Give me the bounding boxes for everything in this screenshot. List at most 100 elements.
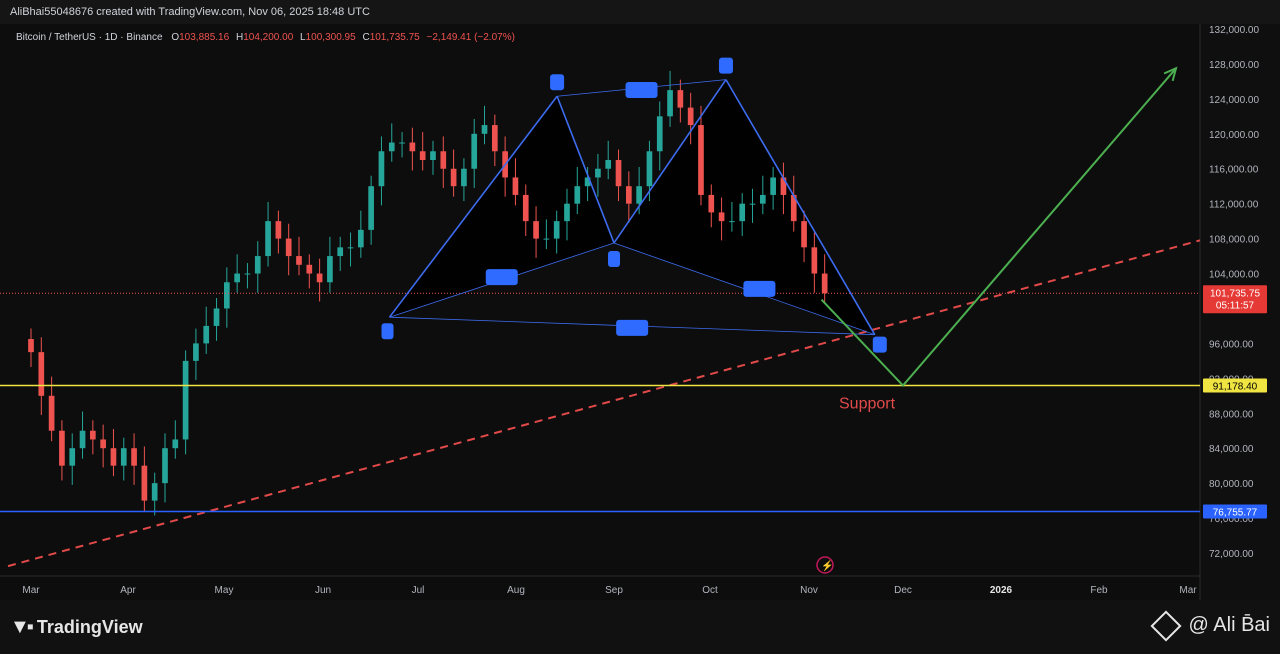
price-tick-label: 116,000.00 bbox=[1209, 165, 1259, 176]
candle-body bbox=[59, 430, 65, 466]
pattern-point-label[interactable] bbox=[616, 319, 649, 336]
candle-body bbox=[409, 142, 416, 152]
candle-body bbox=[347, 247, 354, 249]
high-value: 104,200.00 bbox=[243, 32, 294, 43]
candle-body bbox=[285, 238, 292, 257]
price-tick-label: 72,000.00 bbox=[1209, 549, 1254, 560]
candle-body bbox=[213, 308, 220, 326]
candle-body bbox=[244, 273, 251, 275]
candle-body bbox=[120, 448, 127, 466]
pattern-point-label[interactable] bbox=[718, 57, 733, 74]
candle-body bbox=[821, 273, 828, 294]
candle-body bbox=[595, 168, 601, 178]
candle-body bbox=[667, 90, 673, 117]
candle-body bbox=[388, 142, 395, 152]
chart-credit-header: AliBhai55048676 created with TradingView… bbox=[0, 0, 1280, 24]
time-tick-label: Mar bbox=[22, 585, 40, 596]
tradingview-logo-text: TradingView bbox=[36, 617, 143, 637]
candle-body bbox=[131, 448, 137, 466]
pattern-point-label[interactable] bbox=[608, 250, 620, 267]
chart-area[interactable]: 132,000.00 128,000.00 124,000.00 120,000.00… bbox=[0, 24, 1280, 600]
pattern-point-label[interactable] bbox=[872, 336, 887, 353]
pattern-point-label[interactable] bbox=[381, 323, 394, 340]
time-tick-label: Feb bbox=[1090, 585, 1108, 596]
tradingview-logo-icon: ▼▪ bbox=[10, 616, 34, 638]
candle-body bbox=[533, 221, 539, 239]
candle-body bbox=[543, 238, 550, 240]
candle-body bbox=[151, 483, 158, 501]
candle-body bbox=[491, 125, 498, 152]
time-tick-label: May bbox=[215, 585, 234, 596]
candle-body bbox=[759, 194, 766, 204]
low-value: 100,300.95 bbox=[305, 32, 356, 43]
candle-body bbox=[564, 203, 570, 222]
candle-body bbox=[368, 186, 374, 230]
author-handle: @ Ali B̄ai bbox=[1188, 614, 1270, 636]
pattern-point-label[interactable] bbox=[625, 81, 658, 98]
pattern-point-label[interactable] bbox=[550, 74, 565, 91]
time-tick-label: Sep bbox=[605, 585, 623, 596]
candle-body bbox=[646, 151, 653, 187]
candle-body bbox=[234, 273, 240, 283]
candle-body bbox=[275, 221, 282, 239]
candle-body bbox=[687, 107, 694, 126]
svg-text:101,735.75: 101,735.75 bbox=[1210, 288, 1260, 299]
candle-body bbox=[698, 125, 704, 195]
pattern-point-label[interactable] bbox=[485, 269, 518, 286]
candle-body bbox=[729, 221, 735, 223]
candle-body bbox=[224, 282, 230, 309]
candle-body bbox=[450, 168, 457, 187]
legend-line: Bitcoin / TetherUS · 1D · Binance O103,8… bbox=[16, 32, 515, 43]
candle-body bbox=[110, 448, 117, 466]
candle-body bbox=[677, 90, 684, 108]
current-price-badge: 101,735.7505:11:57 bbox=[1203, 285, 1267, 314]
candle-body bbox=[28, 339, 34, 353]
candle-body bbox=[172, 439, 179, 449]
svg-text:76,755.77: 76,755.77 bbox=[1213, 507, 1258, 518]
pattern-point-label[interactable] bbox=[743, 280, 776, 297]
symbol-label: Bitcoin / TetherUS · 1D · Binance bbox=[16, 32, 163, 43]
candle-body bbox=[38, 352, 45, 396]
candle-body bbox=[708, 194, 715, 213]
candle-body bbox=[625, 186, 632, 204]
candle-body bbox=[440, 151, 447, 169]
candle-body bbox=[801, 221, 807, 248]
tradingview-logo[interactable]: ▼▪ TradingView bbox=[10, 616, 143, 639]
candle-body bbox=[69, 448, 76, 466]
open-label: O bbox=[171, 32, 180, 43]
svg-text:⚡: ⚡ bbox=[821, 559, 833, 572]
footer-bar: ▼▪ TradingView @ Ali B̄ai bbox=[0, 600, 1280, 654]
price-tick-label: 124,000.00 bbox=[1209, 95, 1259, 106]
candle-body bbox=[203, 325, 210, 344]
time-tick-label: Oct bbox=[702, 585, 718, 596]
time-tick-label: Dec bbox=[894, 585, 912, 596]
candle-body bbox=[193, 343, 199, 361]
candle-body bbox=[399, 142, 405, 144]
candle-body bbox=[574, 186, 581, 204]
time-tick-label: Nov bbox=[800, 585, 818, 596]
candle-body bbox=[471, 133, 478, 169]
time-tick-label: Aug bbox=[507, 585, 525, 596]
candle-body bbox=[306, 264, 313, 274]
change-value: −2,149.41 (−2.07%) bbox=[426, 32, 515, 43]
support-annotation: Support bbox=[839, 396, 896, 413]
candle-body bbox=[358, 229, 364, 248]
price-chart[interactable]: 132,000.00 128,000.00 124,000.00 120,000.00… bbox=[0, 24, 1280, 600]
candle-body bbox=[615, 160, 622, 187]
candle-body bbox=[636, 186, 642, 204]
candle-body bbox=[553, 221, 560, 239]
time-tick-label: Mar bbox=[1179, 585, 1197, 596]
time-tick-label: Jun bbox=[315, 585, 331, 596]
candle-body bbox=[430, 151, 436, 160]
candle-body bbox=[378, 151, 385, 187]
candle-body bbox=[481, 125, 488, 134]
time-tick-label: Jul bbox=[412, 585, 425, 596]
candle-body bbox=[656, 116, 663, 152]
price-tick-label: 84,000.00 bbox=[1209, 444, 1254, 455]
candle-body bbox=[770, 177, 776, 195]
time-tick-label: 2026 bbox=[990, 585, 1013, 596]
candle-body bbox=[461, 168, 467, 187]
candle-body bbox=[141, 465, 148, 501]
candle-body bbox=[254, 256, 261, 274]
candle-body bbox=[162, 448, 168, 484]
